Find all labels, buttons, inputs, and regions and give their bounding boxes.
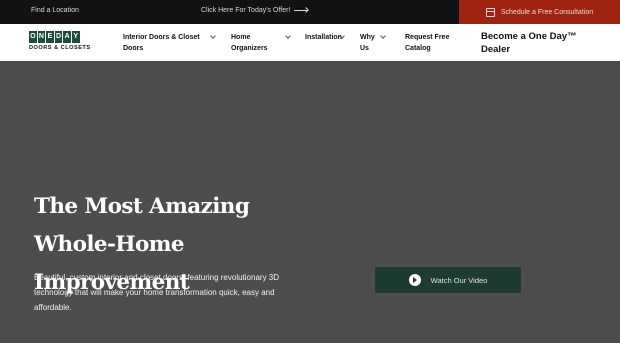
oneday-logo[interactable]: O N E D A Y DOORS & CLOSETS — [29, 31, 97, 55]
logo-letter: D — [54, 31, 63, 43]
nav-item-home-organizers[interactable]: Home Organizers — [231, 32, 273, 54]
find-location-link[interactable]: Find a Location — [31, 7, 79, 14]
logo-letter: A — [63, 31, 71, 43]
logo-letter: E — [46, 31, 54, 43]
schedule-consultation-button[interactable]: Schedule a Free Consultation — [459, 0, 620, 24]
nav-item-why-us[interactable]: Why Us — [360, 32, 375, 54]
arrow-right-icon — [294, 10, 309, 11]
play-icon — [408, 274, 421, 286]
logo-letter: N — [37, 31, 46, 43]
nav-item-request-catalog[interactable]: Request Free Catalog — [405, 32, 451, 54]
logo-subtitle: DOORS & CLOSETS — [29, 45, 91, 51]
logo-wordmark: O N E D A Y — [29, 31, 97, 43]
nav-item-installation[interactable]: Installation — [305, 32, 345, 43]
become-dealer-link[interactable]: Become a One Day™ Dealer — [481, 30, 601, 56]
nav-item-interior-doors[interactable]: Interior Doors & Closet Doors — [123, 32, 205, 54]
top-bar: Find a Location Click Here For Today's O… — [0, 0, 620, 24]
watch-video-label: Watch Our Video — [430, 275, 488, 285]
todays-offer-label: Click Here For Today's Offer! — [201, 7, 291, 14]
watch-video-button[interactable]: Watch Our Video — [375, 267, 521, 293]
schedule-consultation-label: Schedule a Free Consultation — [500, 8, 594, 16]
chevron-down-icon[interactable] — [285, 33, 291, 39]
hero-description: Beautiful, custom interior and closet do… — [34, 273, 280, 312]
main-navigation: O N E D A Y DOORS & CLOSETS Interior Doo… — [0, 24, 620, 61]
chevron-down-icon[interactable] — [210, 33, 216, 39]
calendar-icon — [485, 7, 495, 17]
logo-letter: O — [29, 31, 37, 43]
chevron-down-icon[interactable] — [380, 33, 386, 39]
todays-offer-link[interactable]: Click Here For Today's Offer! — [201, 7, 309, 14]
logo-letter: Y — [71, 31, 80, 43]
